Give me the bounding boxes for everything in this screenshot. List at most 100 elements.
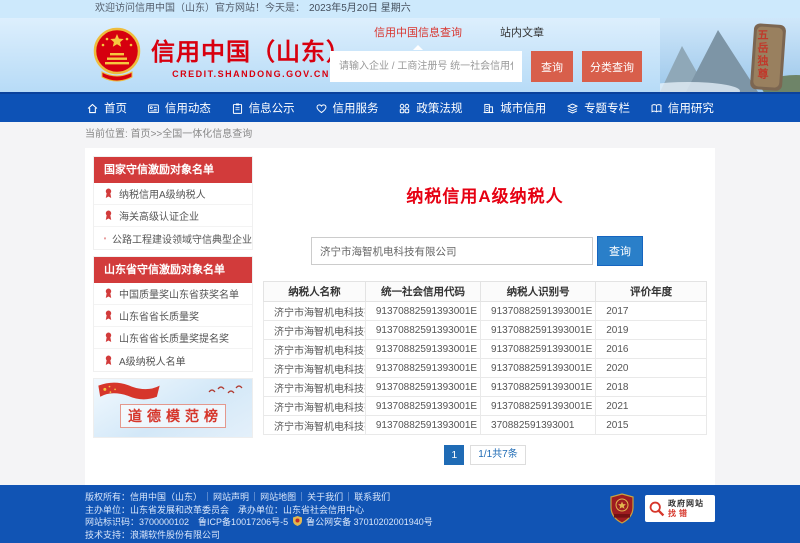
medal-icon — [104, 332, 113, 343]
nav-label: 信用动态 — [165, 100, 211, 116]
medal-icon — [104, 288, 113, 299]
header-search-area: 信用中国信息查询 站内文章 查询 分类查询 — [330, 22, 652, 82]
nav-item-credit-news[interactable]: 信用动态 — [147, 100, 211, 116]
footer-badges: 政府网站 找错 — [609, 493, 715, 524]
footer-link-about[interactable]: 关于我们 — [296, 492, 343, 502]
cell-taxpayer-id: 91370882591393001E — [481, 359, 596, 378]
page: 欢迎访问信用中国（山东）官方网站！今天是： 2023年5月20日 星期六 信用中国… — [0, 0, 800, 543]
birds-icon — [207, 383, 247, 397]
header-search-row: 查询 分类查询 — [330, 51, 652, 82]
table-row: 济宁市海智机电科技有限公司 91370882591393001E 3708825… — [264, 416, 707, 435]
sidebar-section-provincial: 山东省守信激励对象名单 中国质量奖山东省获奖名单 山东省省长质量奖 山东省省长质… — [93, 256, 253, 372]
sidebar-section-title: 山东省守信激励对象名单 — [94, 257, 252, 283]
page-number-1[interactable]: 1 — [444, 445, 464, 465]
sidebar-section-title: 国家守信激励对象名单 — [94, 157, 252, 183]
cell-credit-code: 91370882591393001E — [365, 359, 480, 378]
cell-taxpayer-name: 济宁市海智机电科技有限公司 — [264, 359, 366, 378]
site-domain: CREDIT.SHANDONG.GOV.CN — [172, 69, 330, 79]
cell-credit-code: 91370882591393001E — [365, 416, 480, 435]
page-summary[interactable]: 1/1共7条 — [470, 445, 525, 465]
red-flag-icon — [96, 381, 162, 407]
sidebar-item-label: 海关高级认证企业 — [119, 208, 199, 223]
footer-inner: 版权所有：信用中国（山东）网站声明网站地图关于我们联系我们 主办单位：山东省发展… — [85, 485, 715, 541]
cell-eval-year: 2017 — [596, 302, 707, 321]
nav-label: 城市信用 — [500, 100, 546, 116]
nav-item-credit-service[interactable]: 信用服务 — [315, 100, 379, 116]
header-query-button[interactable]: 查询 — [531, 51, 573, 82]
cell-credit-code: 91370882591393001E — [365, 397, 480, 416]
sidebar-item-label: 中国质量奖山东省获奖名单 — [119, 286, 239, 301]
city-credit-icon — [482, 102, 495, 115]
col-taxpayer-name: 纳税人名称 — [264, 282, 366, 302]
breadcrumb-home-link[interactable]: 首页 — [131, 129, 151, 140]
cell-eval-year: 2018 — [596, 378, 707, 397]
logo-text: 信用中国（山东） CREDIT.SHANDONG.GOV.CN — [151, 32, 351, 79]
record-shield-icon[interactable] — [609, 493, 635, 524]
footer-link-contact[interactable]: 联系我们 — [343, 492, 390, 502]
cell-taxpayer-name: 济宁市海智机电科技有限公司 — [264, 340, 366, 359]
nav-item-info-publicity[interactable]: 信息公示 — [231, 100, 295, 116]
main-search: 查询 — [311, 237, 707, 265]
cell-credit-code: 91370882591393001E — [365, 378, 480, 397]
sidebar-item-governor-quality-award[interactable]: 山东省省长质量奖 — [94, 305, 252, 327]
credit-news-icon — [147, 102, 160, 115]
cell-eval-year: 2019 — [596, 321, 707, 340]
sidebar-item-customs-certified[interactable]: 海关高级认证企业 — [94, 205, 252, 227]
cell-taxpayer-name: 济宁市海智机电科技有限公司 — [264, 378, 366, 397]
cell-taxpayer-name: 济宁市海智机电科技有限公司 — [264, 416, 366, 435]
sidebar-item-governor-quality-nomination[interactable]: 山东省省长质量奖提名奖 — [94, 327, 252, 349]
tab-site-articles[interactable]: 站内文章 — [500, 24, 544, 40]
site-header: 信用中国（山东） CREDIT.SHANDONG.GOV.CN 信用中国信息查询… — [0, 18, 800, 92]
gov-badge-line2: 找错 — [668, 509, 704, 519]
nav-item-special-topics[interactable]: 专题专栏 — [566, 100, 630, 116]
nav-label: 信用服务 — [333, 100, 379, 116]
nav-label: 信息公示 — [249, 100, 295, 116]
header-search-input[interactable] — [330, 51, 522, 82]
police-registration-text: 鲁公网安备 37010202001940号 — [306, 517, 433, 527]
site-title: 信用中国（山东） — [151, 32, 351, 67]
main-query-button[interactable]: 查询 — [597, 236, 643, 266]
pagination: 1 1/1共7条 — [263, 445, 707, 465]
mountain-graphic — [660, 18, 800, 92]
national-emblem-icon — [92, 27, 142, 83]
content-wrap: 国家守信激励对象名单 纳税信用A级纳税人 海关高级认证企业 公路工程建设领域守信… — [0, 148, 800, 485]
sidebar-item-highway-engineering[interactable]: 公路工程建设领域守信典型企业 — [94, 227, 252, 249]
nav-item-city-credit[interactable]: 城市信用 — [482, 100, 546, 116]
cell-eval-year: 2020 — [596, 359, 707, 378]
table-row: 济宁市海智机电科技有限公司 91370882591393001E 9137088… — [264, 359, 707, 378]
site-logo[interactable]: 信用中国（山东） CREDIT.SHANDONG.GOV.CN — [92, 27, 351, 83]
sidebar-item-china-quality-award[interactable]: 中国质量奖山东省获奖名单 — [94, 283, 252, 305]
breadcrumb-separator: >> — [151, 129, 163, 140]
nav-item-policy[interactable]: 政策法规 — [398, 100, 462, 116]
cell-taxpayer-id: 370882591393001 — [481, 416, 596, 435]
table-row: 济宁市海智机电科技有限公司 91370882591393001E 9137088… — [264, 321, 707, 340]
cell-credit-code: 91370882591393001E — [365, 302, 480, 321]
current-date: 2023年5月20日 星期六 — [309, 3, 411, 14]
tab-credit-info-query[interactable]: 信用中国信息查询 — [374, 24, 462, 40]
sidebar-item-tax-credit-a[interactable]: 纳税信用A级纳税人 — [94, 183, 252, 205]
company-search-input[interactable] — [311, 237, 593, 265]
sidebar-item-a-level-taxpayer-list[interactable]: A级纳税人名单 — [94, 349, 252, 371]
cell-taxpayer-id: 91370882591393001E — [481, 302, 596, 321]
breadcrumb-label: 当前位置: — [85, 129, 128, 140]
nav-item-home[interactable]: 首页 — [86, 100, 127, 116]
credit-service-icon — [315, 102, 328, 115]
nav-item-credit-research[interactable]: 信用研究 — [650, 100, 714, 116]
welcome-text: 欢迎访问信用中国（山东）官方网站！今天是： — [95, 3, 305, 14]
site-id-icp-text: 网站标识码：3700000102 鲁ICP备10017206号-5 — [85, 517, 288, 527]
cell-eval-year: 2016 — [596, 340, 707, 359]
table-row: 济宁市海智机电科技有限公司 91370882591393001E 9137088… — [264, 302, 707, 321]
footer-link-statement[interactable]: 网站声明 — [202, 492, 249, 502]
moral-model-banner[interactable]: 道德模范榜 — [93, 378, 253, 438]
info-publicity-icon — [231, 102, 244, 115]
page-title: 纳税信用A级纳税人 — [263, 182, 707, 207]
sidebar-item-label: A级纳税人名单 — [119, 353, 186, 368]
sidebar: 国家守信激励对象名单 纳税信用A级纳税人 海关高级认证企业 公路工程建设领域守信… — [93, 156, 253, 477]
special-topics-icon — [566, 102, 579, 115]
gov-badge-texts: 政府网站 找错 — [668, 499, 704, 519]
gov-site-error-badge[interactable]: 政府网站 找错 — [645, 495, 715, 522]
sidebar-item-label: 山东省省长质量奖 — [119, 308, 199, 323]
category-query-button[interactable]: 分类查询 — [582, 51, 642, 82]
footer-link-sitemap[interactable]: 网站地图 — [249, 492, 296, 502]
copyright-text: 版权所有：信用中国（山东） — [85, 492, 202, 502]
